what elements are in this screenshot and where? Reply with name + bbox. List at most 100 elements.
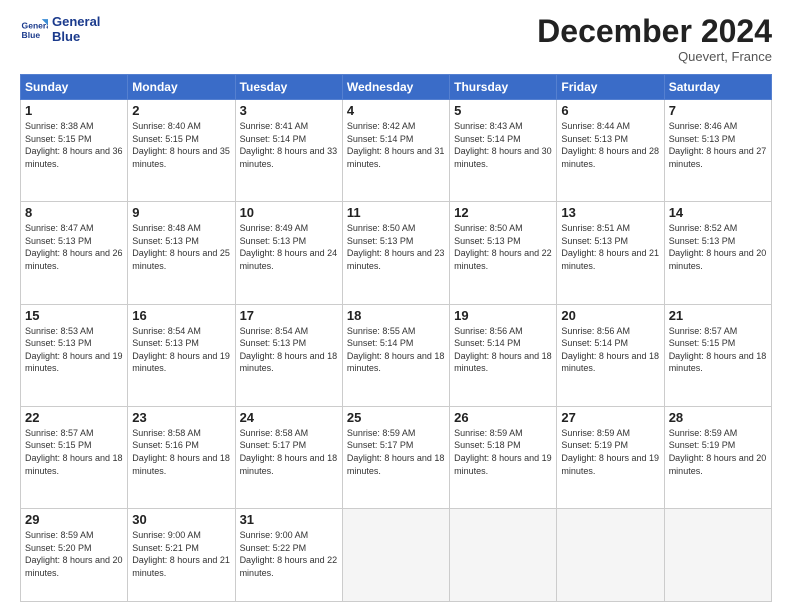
day-number: 16 xyxy=(132,308,230,323)
day-number: 14 xyxy=(669,205,767,220)
table-row: 26 Sunrise: 8:59 AMSunset: 5:18 PMDaylig… xyxy=(450,406,557,508)
day-info: Sunrise: 8:54 AMSunset: 5:13 PMDaylight:… xyxy=(132,326,230,374)
col-thursday: Thursday xyxy=(450,75,557,100)
col-tuesday: Tuesday xyxy=(235,75,342,100)
day-info: Sunrise: 8:56 AMSunset: 5:14 PMDaylight:… xyxy=(561,326,659,374)
day-number: 29 xyxy=(25,512,123,527)
day-info: Sunrise: 8:52 AMSunset: 5:13 PMDaylight:… xyxy=(669,223,767,271)
table-row: 11 Sunrise: 8:50 AMSunset: 5:13 PMDaylig… xyxy=(342,202,449,304)
day-number: 18 xyxy=(347,308,445,323)
calendar-week-3: 15 Sunrise: 8:53 AMSunset: 5:13 PMDaylig… xyxy=(21,304,772,406)
title-section: December 2024 Quevert, France xyxy=(537,15,772,64)
day-number: 24 xyxy=(240,410,338,425)
day-number: 19 xyxy=(454,308,552,323)
table-row: 6 Sunrise: 8:44 AMSunset: 5:13 PMDayligh… xyxy=(557,100,664,202)
day-number: 12 xyxy=(454,205,552,220)
day-info: Sunrise: 8:58 AMSunset: 5:17 PMDaylight:… xyxy=(240,428,338,476)
table-row xyxy=(664,509,771,602)
day-number: 5 xyxy=(454,103,552,118)
day-number: 15 xyxy=(25,308,123,323)
table-row: 15 Sunrise: 8:53 AMSunset: 5:13 PMDaylig… xyxy=(21,304,128,406)
table-row: 17 Sunrise: 8:54 AMSunset: 5:13 PMDaylig… xyxy=(235,304,342,406)
day-info: Sunrise: 8:49 AMSunset: 5:13 PMDaylight:… xyxy=(240,223,338,271)
table-row: 12 Sunrise: 8:50 AMSunset: 5:13 PMDaylig… xyxy=(450,202,557,304)
day-number: 6 xyxy=(561,103,659,118)
calendar-week-4: 22 Sunrise: 8:57 AMSunset: 5:15 PMDaylig… xyxy=(21,406,772,508)
day-info: Sunrise: 8:58 AMSunset: 5:16 PMDaylight:… xyxy=(132,428,230,476)
table-row: 8 Sunrise: 8:47 AMSunset: 5:13 PMDayligh… xyxy=(21,202,128,304)
table-row: 30 Sunrise: 9:00 AMSunset: 5:21 PMDaylig… xyxy=(128,509,235,602)
day-info: Sunrise: 8:59 AMSunset: 5:17 PMDaylight:… xyxy=(347,428,445,476)
location: Quevert, France xyxy=(537,49,772,64)
day-number: 21 xyxy=(669,308,767,323)
header: General Blue General Blue December 2024 … xyxy=(20,15,772,64)
logo-icon: General Blue xyxy=(20,16,48,44)
day-info: Sunrise: 8:57 AMSunset: 5:15 PMDaylight:… xyxy=(25,428,123,476)
day-info: Sunrise: 8:38 AMSunset: 5:15 PMDaylight:… xyxy=(25,121,123,169)
table-row: 27 Sunrise: 8:59 AMSunset: 5:19 PMDaylig… xyxy=(557,406,664,508)
table-row: 3 Sunrise: 8:41 AMSunset: 5:14 PMDayligh… xyxy=(235,100,342,202)
day-number: 30 xyxy=(132,512,230,527)
day-number: 11 xyxy=(347,205,445,220)
calendar-week-5: 29 Sunrise: 8:59 AMSunset: 5:20 PMDaylig… xyxy=(21,509,772,602)
col-monday: Monday xyxy=(128,75,235,100)
day-info: Sunrise: 8:57 AMSunset: 5:15 PMDaylight:… xyxy=(669,326,767,374)
day-info: Sunrise: 8:41 AMSunset: 5:14 PMDaylight:… xyxy=(240,121,338,169)
day-number: 25 xyxy=(347,410,445,425)
day-info: Sunrise: 8:55 AMSunset: 5:14 PMDaylight:… xyxy=(347,326,445,374)
table-row: 31 Sunrise: 9:00 AMSunset: 5:22 PMDaylig… xyxy=(235,509,342,602)
day-info: Sunrise: 8:44 AMSunset: 5:13 PMDaylight:… xyxy=(561,121,659,169)
table-row: 13 Sunrise: 8:51 AMSunset: 5:13 PMDaylig… xyxy=(557,202,664,304)
calendar-week-1: 1 Sunrise: 8:38 AMSunset: 5:15 PMDayligh… xyxy=(21,100,772,202)
day-info: Sunrise: 8:51 AMSunset: 5:13 PMDaylight:… xyxy=(561,223,659,271)
table-row: 20 Sunrise: 8:56 AMSunset: 5:14 PMDaylig… xyxy=(557,304,664,406)
svg-text:Blue: Blue xyxy=(22,30,41,40)
table-row: 25 Sunrise: 8:59 AMSunset: 5:17 PMDaylig… xyxy=(342,406,449,508)
day-info: Sunrise: 8:56 AMSunset: 5:14 PMDaylight:… xyxy=(454,326,552,374)
table-row: 23 Sunrise: 8:58 AMSunset: 5:16 PMDaylig… xyxy=(128,406,235,508)
table-row: 7 Sunrise: 8:46 AMSunset: 5:13 PMDayligh… xyxy=(664,100,771,202)
table-row: 10 Sunrise: 8:49 AMSunset: 5:13 PMDaylig… xyxy=(235,202,342,304)
day-info: Sunrise: 8:53 AMSunset: 5:13 PMDaylight:… xyxy=(25,326,123,374)
table-row xyxy=(557,509,664,602)
day-number: 1 xyxy=(25,103,123,118)
table-row: 29 Sunrise: 8:59 AMSunset: 5:20 PMDaylig… xyxy=(21,509,128,602)
day-info: Sunrise: 8:59 AMSunset: 5:19 PMDaylight:… xyxy=(669,428,767,476)
svg-text:General: General xyxy=(22,20,48,30)
day-number: 4 xyxy=(347,103,445,118)
col-friday: Friday xyxy=(557,75,664,100)
table-row: 16 Sunrise: 8:54 AMSunset: 5:13 PMDaylig… xyxy=(128,304,235,406)
col-saturday: Saturday xyxy=(664,75,771,100)
day-info: Sunrise: 8:59 AMSunset: 5:19 PMDaylight:… xyxy=(561,428,659,476)
day-number: 9 xyxy=(132,205,230,220)
table-row: 4 Sunrise: 8:42 AMSunset: 5:14 PMDayligh… xyxy=(342,100,449,202)
day-number: 17 xyxy=(240,308,338,323)
calendar-table: Sunday Monday Tuesday Wednesday Thursday… xyxy=(20,74,772,602)
month-title: December 2024 xyxy=(537,15,772,47)
day-info: Sunrise: 8:54 AMSunset: 5:13 PMDaylight:… xyxy=(240,326,338,374)
day-info: Sunrise: 8:47 AMSunset: 5:13 PMDaylight:… xyxy=(25,223,123,271)
day-info: Sunrise: 8:50 AMSunset: 5:13 PMDaylight:… xyxy=(347,223,445,271)
day-number: 7 xyxy=(669,103,767,118)
day-info: Sunrise: 8:43 AMSunset: 5:14 PMDaylight:… xyxy=(454,121,552,169)
day-number: 27 xyxy=(561,410,659,425)
col-wednesday: Wednesday xyxy=(342,75,449,100)
day-number: 31 xyxy=(240,512,338,527)
calendar-week-2: 8 Sunrise: 8:47 AMSunset: 5:13 PMDayligh… xyxy=(21,202,772,304)
day-number: 10 xyxy=(240,205,338,220)
table-row: 28 Sunrise: 8:59 AMSunset: 5:19 PMDaylig… xyxy=(664,406,771,508)
day-info: Sunrise: 8:42 AMSunset: 5:14 PMDaylight:… xyxy=(347,121,445,169)
day-number: 3 xyxy=(240,103,338,118)
day-number: 26 xyxy=(454,410,552,425)
table-row xyxy=(342,509,449,602)
table-row: 14 Sunrise: 8:52 AMSunset: 5:13 PMDaylig… xyxy=(664,202,771,304)
day-info: Sunrise: 8:50 AMSunset: 5:13 PMDaylight:… xyxy=(454,223,552,271)
day-info: Sunrise: 8:59 AMSunset: 5:18 PMDaylight:… xyxy=(454,428,552,476)
day-number: 8 xyxy=(25,205,123,220)
logo-text2: Blue xyxy=(52,30,100,45)
table-row: 22 Sunrise: 8:57 AMSunset: 5:15 PMDaylig… xyxy=(21,406,128,508)
table-row: 1 Sunrise: 8:38 AMSunset: 5:15 PMDayligh… xyxy=(21,100,128,202)
calendar-page: General Blue General Blue December 2024 … xyxy=(0,0,792,612)
day-info: Sunrise: 8:46 AMSunset: 5:13 PMDaylight:… xyxy=(669,121,767,169)
day-number: 13 xyxy=(561,205,659,220)
